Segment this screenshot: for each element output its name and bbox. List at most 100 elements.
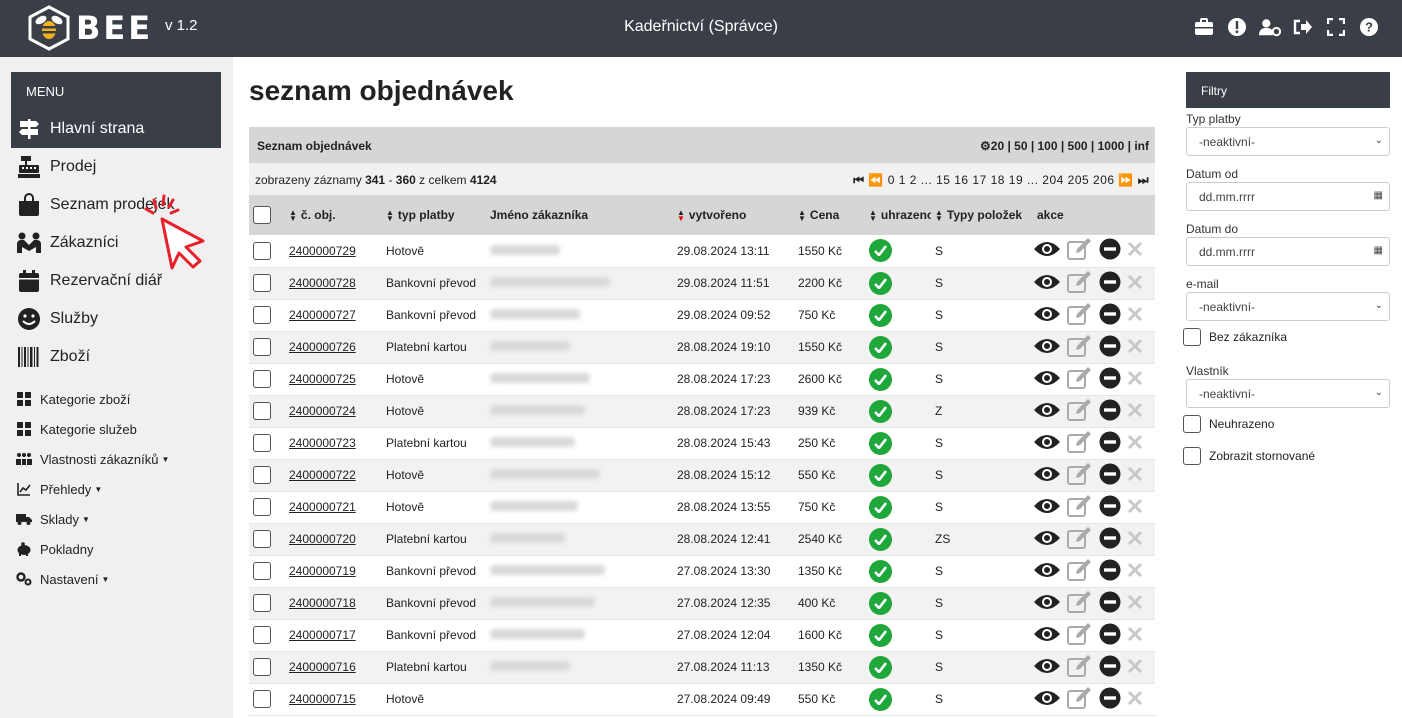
eye-icon[interactable]: [1033, 657, 1061, 678]
user-settings-icon[interactable]: [1259, 16, 1281, 38]
edit-icon[interactable]: [1067, 526, 1093, 553]
sidebar-item-cash-registers[interactable]: Pokladny: [11, 534, 221, 564]
remove-circle-icon[interactable]: [1099, 399, 1121, 424]
remove-circle-icon[interactable]: [1099, 623, 1121, 648]
edit-icon[interactable]: [1067, 494, 1093, 521]
remove-circle-icon[interactable]: [1099, 687, 1121, 712]
row-checkbox[interactable]: [253, 562, 271, 580]
edit-icon[interactable]: [1067, 237, 1093, 264]
cancelled-checkbox-row[interactable]: Zobrazit stornované: [1183, 447, 1315, 465]
date-to-input[interactable]: dd.mm.rrrr ▦: [1186, 237, 1390, 266]
remove-circle-icon[interactable]: [1099, 303, 1121, 328]
edit-icon[interactable]: [1067, 558, 1093, 585]
order-number-link[interactable]: 2400000722: [289, 468, 356, 482]
pager[interactable]: ⏮ ⏪ 0 1 2 ... 15 16 17 18 19 ... 204 205…: [853, 173, 1149, 188]
order-number-link[interactable]: 2400000717: [289, 628, 356, 642]
remove-circle-icon[interactable]: [1099, 335, 1121, 360]
col-item-types[interactable]: ▲ ▼ Typy položek: [931, 195, 1029, 235]
order-number-link[interactable]: 2400000715: [289, 692, 356, 706]
table-row[interactable]: 2400000717 Bankovní převod 27.08.2024 12:0…: [249, 619, 1155, 652]
table-row[interactable]: 2400000721 Hotově 28.08.2024 13:55 750 Kč S: [249, 491, 1155, 524]
row-checkbox[interactable]: [253, 402, 271, 420]
sidebar-item-warehouses[interactable]: Sklady ▼: [11, 504, 221, 534]
remove-circle-icon[interactable]: [1099, 238, 1121, 263]
sidebar-item-sale[interactable]: Prodej: [11, 148, 221, 186]
close-icon[interactable]: [1127, 658, 1143, 677]
eye-icon[interactable]: [1033, 529, 1061, 550]
close-icon[interactable]: [1127, 562, 1143, 581]
no-customer-checkbox[interactable]: [1183, 328, 1201, 346]
last-page-icon[interactable]: ⏭: [1138, 173, 1149, 187]
eye-icon[interactable]: [1033, 401, 1061, 422]
sidebar-item-goods-categories[interactable]: Kategorie zboží: [11, 384, 221, 414]
remove-circle-icon[interactable]: [1099, 463, 1121, 488]
no-customer-checkbox-row[interactable]: Bez zákazníka: [1183, 328, 1287, 346]
edit-icon[interactable]: [1067, 430, 1093, 457]
close-icon[interactable]: [1127, 498, 1143, 517]
row-checkbox[interactable]: [253, 498, 271, 516]
close-icon[interactable]: [1127, 306, 1143, 325]
payment-type-select[interactable]: -neaktivní- ⌄: [1186, 127, 1390, 156]
remove-circle-icon[interactable]: [1099, 495, 1121, 520]
close-icon[interactable]: [1127, 370, 1143, 389]
close-icon[interactable]: [1127, 690, 1143, 709]
table-row[interactable]: 2400000722 Hotově 28.08.2024 15:12 550 Kč S: [249, 459, 1155, 492]
remove-circle-icon[interactable]: [1099, 431, 1121, 456]
page-links[interactable]: 0 1 2 ... 15 16 17 18 19 ... 204 205 206: [888, 173, 1115, 187]
next-page-icon[interactable]: ⏩: [1118, 173, 1133, 187]
eye-icon[interactable]: [1033, 625, 1061, 646]
close-icon[interactable]: [1127, 402, 1143, 421]
order-number-link[interactable]: 2400000719: [289, 564, 356, 578]
table-row[interactable]: 2400000716 Platební kartou 27.08.2024 11:1…: [249, 651, 1155, 684]
eye-icon[interactable]: [1033, 497, 1061, 518]
row-checkbox[interactable]: [253, 690, 271, 708]
eye-icon[interactable]: [1033, 561, 1061, 582]
row-checkbox[interactable]: [253, 594, 271, 612]
edit-icon[interactable]: [1067, 366, 1093, 393]
edit-icon[interactable]: [1067, 270, 1093, 297]
eye-icon[interactable]: [1033, 369, 1061, 390]
row-checkbox[interactable]: [253, 530, 271, 548]
remove-circle-icon[interactable]: [1099, 367, 1121, 392]
date-from-input[interactable]: dd.mm.rrrr ▦: [1186, 182, 1390, 211]
table-row[interactable]: 2400000725 Hotově 28.08.2024 17:23 2600 Kč S: [249, 363, 1155, 396]
unpaid-checkbox[interactable]: [1183, 415, 1201, 433]
edit-icon[interactable]: [1067, 654, 1093, 681]
table-row[interactable]: 2400000723 Platební kartou 28.08.2024 15:4…: [249, 427, 1155, 460]
calendar-icon[interactable]: ▦: [1374, 190, 1383, 201]
edit-icon[interactable]: [1067, 462, 1093, 489]
remove-circle-icon[interactable]: [1099, 271, 1121, 296]
sidebar-item-settings[interactable]: Nastavení ▼: [11, 564, 221, 594]
table-row[interactable]: 2400000719 Bankovní převod 27.08.2024 13:3…: [249, 555, 1155, 588]
remove-circle-icon[interactable]: [1099, 527, 1121, 552]
row-checkbox[interactable]: [253, 466, 271, 484]
eye-icon[interactable]: [1033, 689, 1061, 710]
briefcase-icon[interactable]: [1193, 16, 1215, 38]
sidebar-item-goods[interactable]: Zboží: [11, 338, 221, 376]
owner-select[interactable]: -neaktivní- ⌄: [1186, 379, 1390, 408]
order-number-link[interactable]: 2400000725: [289, 372, 356, 386]
table-row[interactable]: 2400000718 Bankovní převod 27.08.2024 12:3…: [249, 587, 1155, 620]
prev-page-icon[interactable]: ⏪: [868, 173, 883, 187]
table-row[interactable]: 2400000726 Platební kartou 28.08.2024 19:1…: [249, 331, 1155, 364]
eye-icon[interactable]: [1033, 273, 1061, 294]
select-all-checkbox[interactable]: [253, 206, 271, 224]
sidebar-item-service-categories[interactable]: Kategorie služeb: [11, 414, 221, 444]
close-icon[interactable]: [1127, 338, 1143, 357]
table-row[interactable]: 2400000720 Platební kartou 28.08.2024 12:4…: [249, 523, 1155, 556]
logout-icon[interactable]: [1292, 16, 1314, 38]
close-icon[interactable]: [1127, 626, 1143, 645]
order-number-link[interactable]: 2400000726: [289, 340, 356, 354]
row-checkbox[interactable]: [253, 338, 271, 356]
eye-icon[interactable]: [1033, 433, 1061, 454]
table-row[interactable]: 2400000729 Hotově 29.08.2024 13:11 1550 Kč S: [249, 235, 1155, 268]
cancelled-checkbox[interactable]: [1183, 447, 1201, 465]
sidebar-item-reports[interactable]: Přehledy ▼: [11, 474, 221, 504]
row-checkbox[interactable]: [253, 626, 271, 644]
col-order-number[interactable]: ▲ ▼ č. obj.: [285, 195, 382, 235]
table-row[interactable]: 2400000724 Hotově 28.08.2024 17:23 939 Kč Z: [249, 395, 1155, 428]
row-checkbox[interactable]: [253, 370, 271, 388]
table-row[interactable]: 2400000728 Bankovní převod 29.08.2024 11:5…: [249, 267, 1155, 300]
edit-icon[interactable]: [1067, 686, 1093, 713]
eye-icon[interactable]: [1033, 240, 1061, 261]
